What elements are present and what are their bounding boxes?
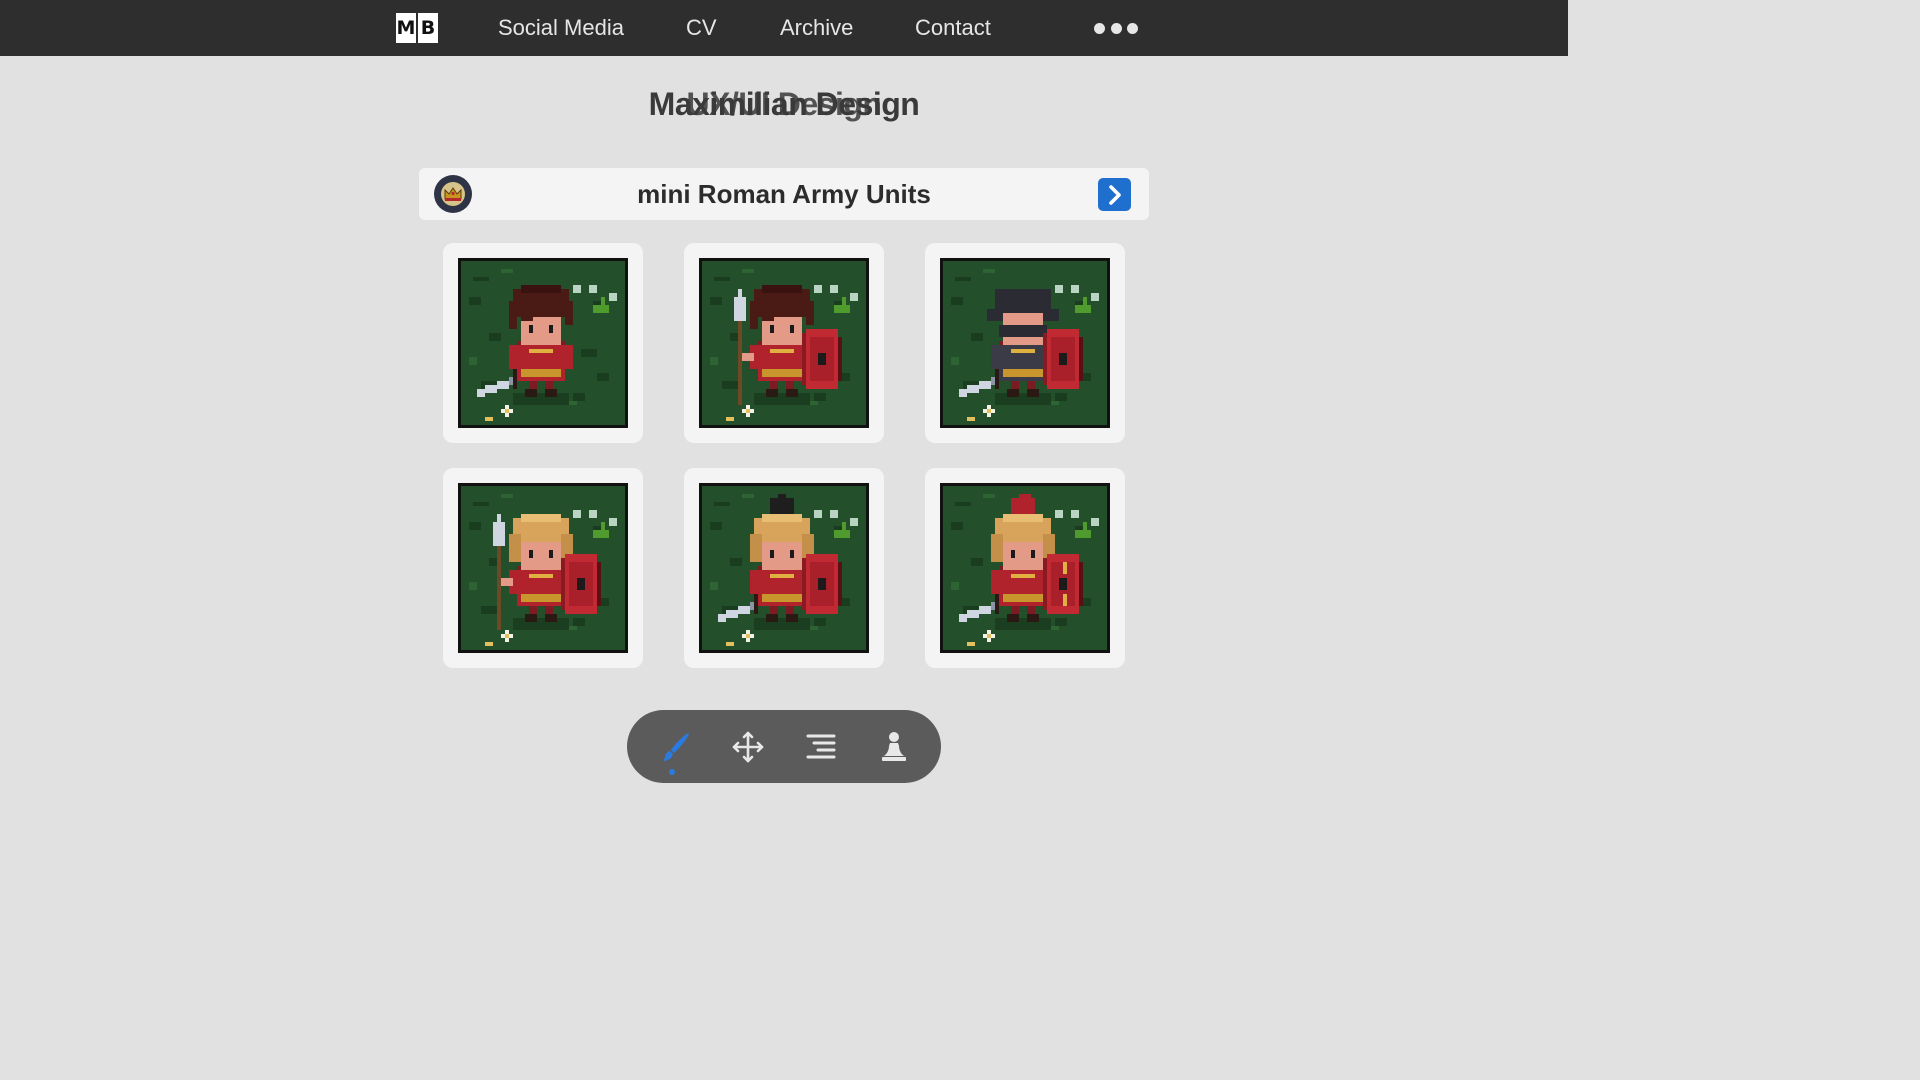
- move-icon[interactable]: [728, 727, 768, 767]
- top-nav: M B Social Media CV Archive Contact: [0, 0, 1568, 56]
- crown-icon: [434, 175, 472, 213]
- align-right-icon[interactable]: [801, 727, 841, 767]
- bottom-toolbar: [627, 710, 941, 783]
- unit-card[interactable]: [684, 468, 884, 668]
- unit-card[interactable]: [925, 243, 1125, 443]
- ellipsis-icon[interactable]: [1094, 20, 1138, 36]
- unit-card[interactable]: [684, 243, 884, 443]
- nav-link-cv[interactable]: CV: [686, 12, 717, 44]
- nav-link-archive[interactable]: Archive: [780, 12, 853, 44]
- unit-sprite: [699, 258, 869, 428]
- logo-letter-m: M: [396, 13, 416, 43]
- site-title: Maximilian Design UX/UI Design: [0, 86, 1568, 134]
- unit-sprite: [458, 483, 628, 653]
- unit-card[interactable]: [925, 468, 1125, 668]
- site-title-layer-b: UX/UI Design: [686, 86, 882, 122]
- unit-card[interactable]: [443, 243, 643, 443]
- section-title: mini Roman Army Units: [637, 179, 931, 209]
- unit-sprite: [940, 258, 1110, 428]
- unit-sprite: [699, 483, 869, 653]
- active-tool-indicator: [669, 769, 675, 775]
- unit-card[interactable]: [443, 468, 643, 668]
- section-header: mini Roman Army Units: [419, 168, 1149, 220]
- unit-sprite: [458, 258, 628, 428]
- chevron-right-icon[interactable]: [1098, 178, 1131, 211]
- unit-sprite: [940, 483, 1110, 653]
- logo[interactable]: M B: [396, 13, 438, 43]
- pawn-icon[interactable]: [874, 727, 914, 767]
- brush-icon[interactable]: [655, 727, 695, 767]
- nav-link-social-media[interactable]: Social Media: [498, 12, 624, 44]
- logo-letter-b: B: [418, 13, 438, 43]
- nav-link-contact[interactable]: Contact: [915, 12, 991, 44]
